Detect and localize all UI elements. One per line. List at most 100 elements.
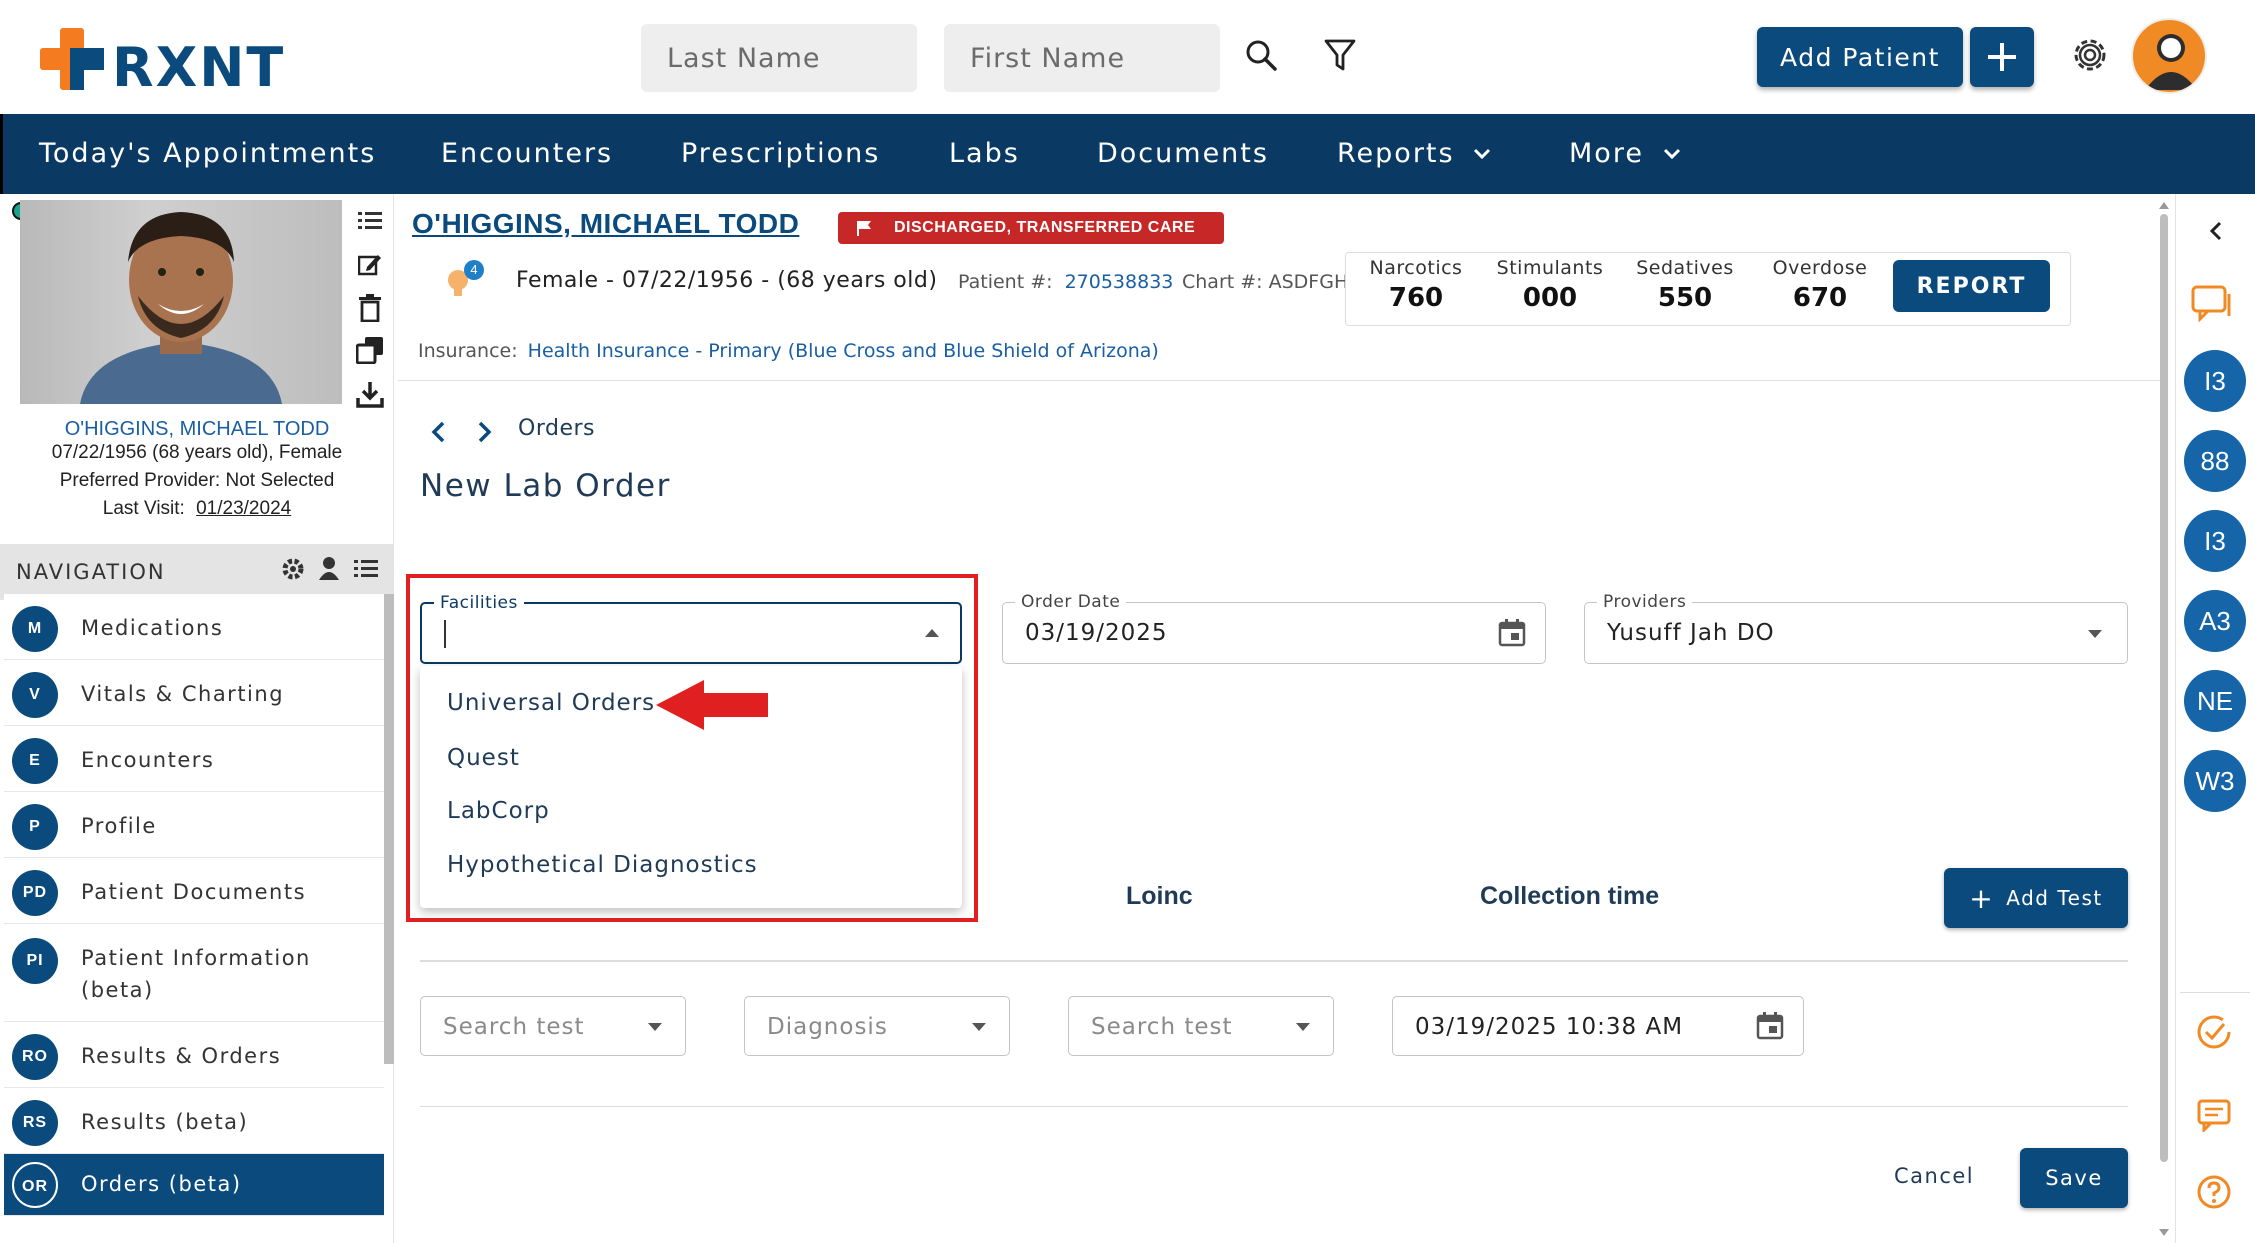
search-icon[interactable] (1244, 38, 1278, 72)
scroll-down-icon[interactable] (2158, 1228, 2170, 1238)
first-name-search-input[interactable] (944, 24, 1220, 92)
providers-select[interactable]: Providers Yusuff Jah DO (1584, 592, 2128, 664)
chat-bubble-icon[interactable] (2190, 284, 2232, 322)
test-search-chevron-icon[interactable] (647, 1022, 663, 1032)
filter-icon[interactable] (1324, 38, 1356, 72)
help-icon[interactable] (2196, 1174, 2232, 1210)
rail-divider (2180, 992, 2250, 993)
highlight-box-annotation (406, 574, 978, 922)
nav-orders-beta[interactable]: OR Orders (beta) (4, 1154, 384, 1216)
message-icon[interactable] (2196, 1098, 2232, 1132)
patient-photo-illustration (80, 212, 282, 404)
loinc-search-placeholder: Search test (1091, 1014, 1233, 1040)
rail-item-a3[interactable]: A3 (2184, 590, 2246, 652)
nav-results-beta-badge: RS (12, 1100, 58, 1146)
collection-time-value: 03/19/2025 10:38 AM (1415, 1014, 1684, 1040)
test-search-select[interactable]: Search test (420, 996, 686, 1056)
rail-item-w3[interactable]: W3 (2184, 750, 2246, 812)
cancel-button[interactable]: Cancel (1894, 1164, 1974, 1188)
nav-patient-information-label: Patient Information (beta) (81, 946, 311, 1002)
rail-item-88[interactable]: 88 (2184, 430, 2246, 492)
chart-number: Chart #: ASDFGH (1182, 271, 1346, 293)
nav-user-icon[interactable] (318, 556, 340, 580)
stat-overdose-label: Overdose (1772, 257, 1868, 279)
nav-encounters[interactable]: Encounters (441, 114, 613, 194)
nav-encounters-label: Encounters (81, 748, 215, 772)
report-button[interactable]: REPORT (1893, 260, 2050, 312)
back-chevron-icon[interactable] (429, 420, 447, 444)
trash-icon[interactable] (358, 294, 382, 322)
providers-value: Yusuff Jah DO (1607, 620, 1775, 646)
add-plus-button[interactable] (1970, 27, 2034, 87)
patient-demographics: Female - 07/22/1956 - (68 years old) (516, 268, 938, 293)
download-icon[interactable] (356, 380, 384, 408)
navigation-header: NAVIGATION (0, 544, 394, 600)
loinc-search-select[interactable]: Search test (1068, 996, 1334, 1056)
diagnosis-select[interactable]: Diagnosis (744, 996, 1010, 1056)
nav-encounters-side[interactable]: E Encounters (4, 726, 384, 792)
last-visit-date[interactable]: 01/23/2024 (196, 498, 291, 519)
patient-header-name[interactable]: O'HIGGINS, MICHAEL TODD (412, 208, 799, 240)
edit-icon[interactable] (358, 252, 382, 276)
nav-patient-documents[interactable]: PD Patient Documents (4, 858, 384, 924)
nav-prescriptions[interactable]: Prescriptions (681, 114, 880, 194)
collection-calendar-icon[interactable] (1755, 1011, 1785, 1041)
nav-todays-appointments[interactable]: Today's Appointments (39, 114, 376, 194)
patient-card-name[interactable]: O'HIGGINS, MICHAEL TODD (0, 418, 394, 441)
patient-card-dob: 07/22/1956 (68 years old), Female (51, 442, 343, 463)
notification-bulb[interactable]: 4 (444, 258, 484, 304)
nav-list-icon[interactable] (354, 558, 378, 580)
providers-chevron-down-icon[interactable] (2087, 629, 2103, 639)
forward-chevron-icon[interactable] (476, 420, 494, 444)
nav-reports[interactable]: Reports (1337, 114, 1455, 194)
column-header-collection-time: Collection time (1480, 882, 1660, 910)
scroll-up-icon[interactable] (2158, 200, 2170, 210)
checkmark-circle-icon[interactable] (2196, 1014, 2232, 1050)
nav-labs[interactable]: Labs (949, 114, 1020, 194)
collection-time-field[interactable]: 03/19/2025 10:38 AM (1392, 996, 1804, 1056)
calendar-icon[interactable] (1497, 618, 1527, 648)
order-date-field[interactable]: Order Date 03/19/2025 (1002, 592, 1546, 664)
patient-card-name-text[interactable]: O'HIGGINS, MICHAEL TODD (65, 418, 330, 440)
list-icon[interactable] (358, 210, 382, 232)
nav-vitals-charting[interactable]: V Vitals & Charting (4, 660, 384, 726)
nav-patient-documents-badge: PD (12, 870, 58, 916)
user-avatar[interactable] (2131, 18, 2207, 94)
nav-settings-icon[interactable] (282, 558, 304, 580)
save-button[interactable]: Save (2020, 1148, 2128, 1208)
test-search-placeholder: Search test (443, 1014, 585, 1040)
diagnosis-chevron-icon[interactable] (971, 1022, 987, 1032)
reports-chevron-down-icon[interactable] (1473, 147, 1491, 161)
main-navbar: Today's Appointments Encounters Prescrip… (0, 114, 2255, 194)
rail-item-i3-second[interactable]: I3 (2184, 510, 2246, 572)
loinc-search-chevron-icon[interactable] (1295, 1022, 1311, 1032)
more-chevron-down-icon[interactable] (1663, 147, 1681, 161)
stat-overdose-value: 670 (1792, 283, 1848, 313)
stat-stimulants-value: 000 (1522, 283, 1578, 313)
patient-number-value[interactable]: 270538833 (1065, 271, 1174, 293)
logo-text: RXNT (112, 36, 286, 99)
gear-icon[interactable] (2071, 36, 2109, 74)
rail-item-ne[interactable]: NE (2184, 670, 2246, 732)
add-patient-button[interactable]: Add Patient (1757, 27, 1963, 87)
nav-medications[interactable]: M Medications (4, 594, 384, 660)
nav-more[interactable]: More (1569, 114, 1644, 194)
insurance-value[interactable]: Health Insurance - Primary (Blue Cross a… (528, 340, 1159, 362)
collapse-chevron-left-icon[interactable] (2208, 220, 2224, 242)
patient-card-provider: Preferred Provider: Not Selected (59, 470, 335, 491)
nav-results-beta[interactable]: RS Results (beta) (4, 1088, 384, 1154)
stat-stimulants-label: Stimulants (1496, 257, 1604, 279)
sidebar-scrollbar[interactable] (384, 594, 394, 1064)
add-test-button[interactable]: + Add Test (1944, 868, 2128, 928)
rail-item-i3-first[interactable]: I3 (2184, 350, 2246, 412)
main-scrollbar-thumb[interactable] (2160, 214, 2168, 1162)
flag-icon (857, 221, 871, 236)
nav-results-orders[interactable]: RO Results & Orders (4, 1022, 384, 1088)
last-name-search-input[interactable] (641, 24, 917, 92)
providers-label: Providers (1597, 592, 1693, 612)
nav-profile[interactable]: P Profile (4, 792, 384, 858)
copy-icon[interactable] (356, 336, 384, 364)
nav-patient-information[interactable]: PI Patient Information (beta) (4, 924, 384, 1022)
nav-documents[interactable]: Documents (1097, 114, 1269, 194)
stat-narcotics-label: Narcotics (1369, 257, 1463, 279)
